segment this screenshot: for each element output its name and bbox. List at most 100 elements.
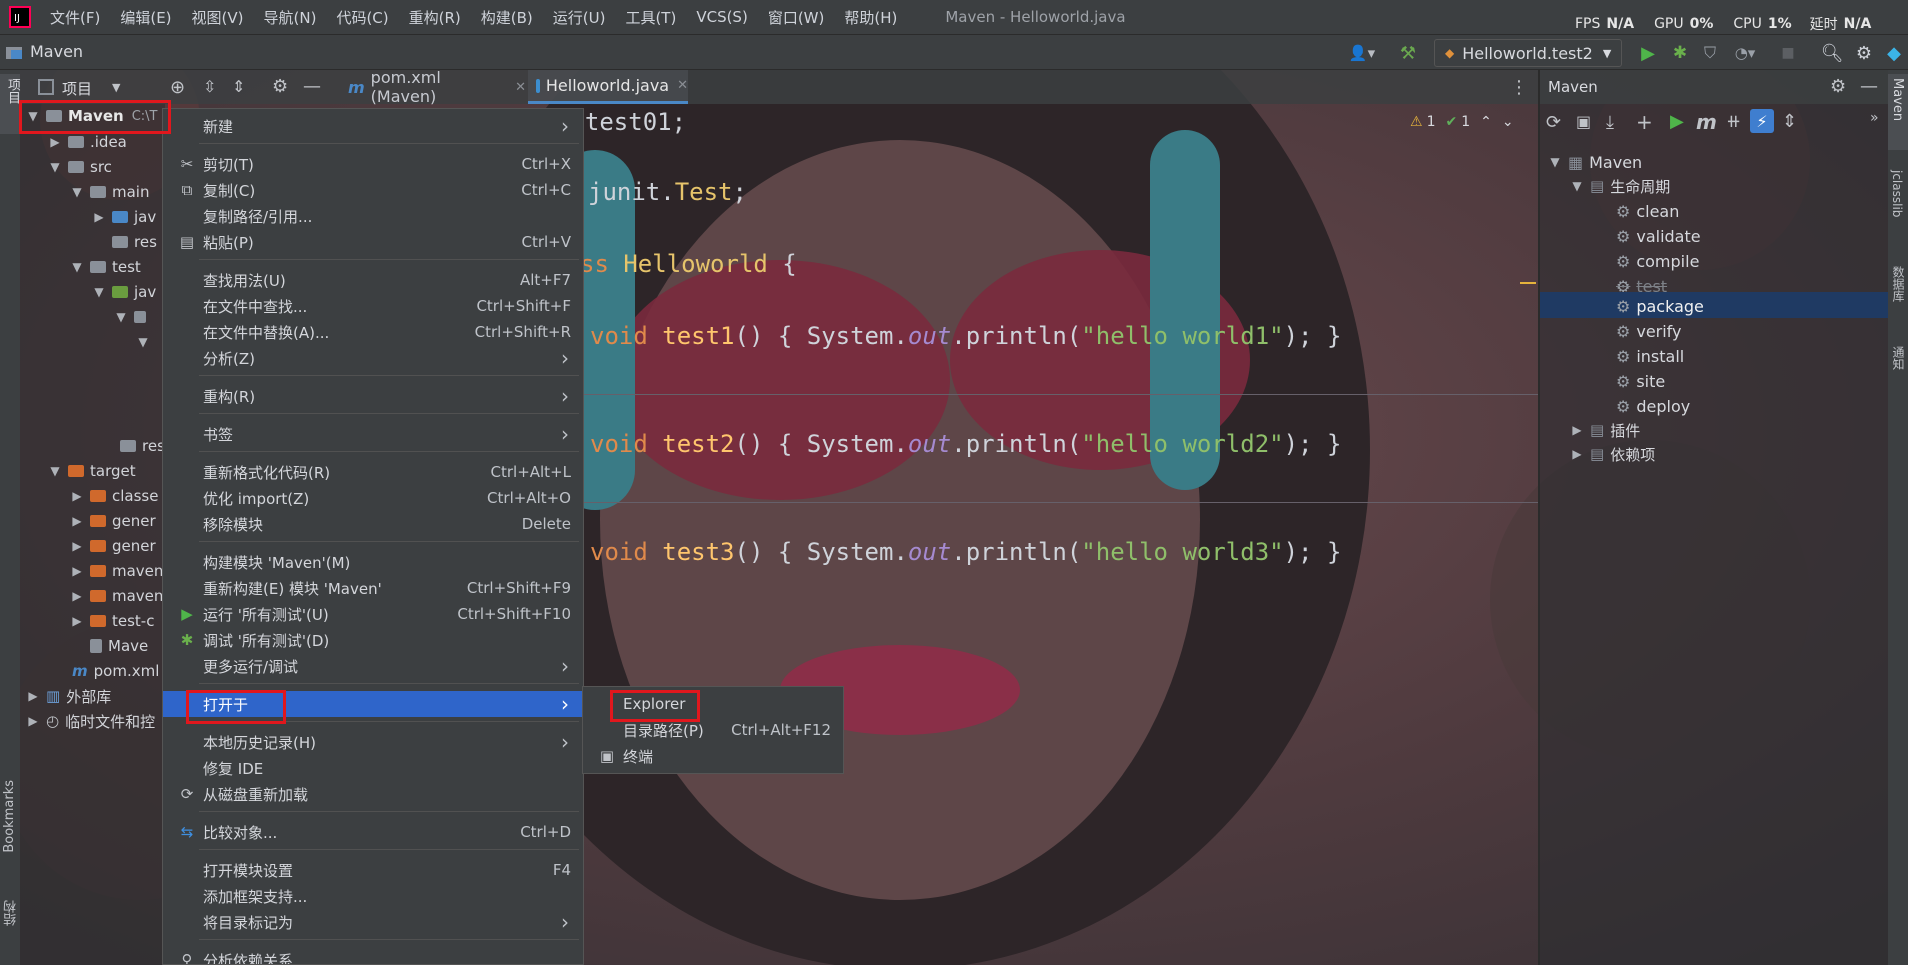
context-menu-item[interactable]: ✂ 剪切(T) Ctrl+X bbox=[163, 151, 583, 177]
menu-navigate[interactable]: 导航(N) bbox=[254, 7, 327, 28]
goal-package[interactable]: ⚙ package bbox=[1616, 294, 1704, 318]
jetbrains-toolbox-icon[interactable]: ◆ bbox=[1882, 41, 1906, 65]
run-config-selector[interactable]: ◆ Helloworld.test2 ▼ bbox=[1434, 39, 1622, 67]
goal-install[interactable]: ⚙ install bbox=[1616, 344, 1684, 368]
stop-icon[interactable]: ■ bbox=[1776, 41, 1800, 65]
add-icon[interactable]: + bbox=[1636, 110, 1653, 134]
goal-clean[interactable]: ⚙ clean bbox=[1616, 199, 1679, 223]
context-menu-item[interactable]: ⟳ 从磁盘重新加载 bbox=[163, 781, 583, 807]
goal-verify[interactable]: ⚙ verify bbox=[1616, 319, 1682, 343]
tree-item[interactable]: ▼ bbox=[114, 305, 152, 329]
breadcrumb-project[interactable]: Maven bbox=[30, 42, 83, 61]
chevron-down-icon[interactable]: ▼ bbox=[112, 81, 120, 94]
menu-tools[interactable]: 工具(T) bbox=[615, 7, 686, 28]
context-menu-item[interactable]: 打开模块设置 F4 bbox=[163, 857, 583, 883]
context-menu-item[interactable]: 修复 IDE bbox=[163, 755, 583, 781]
context-menu-item[interactable]: 重构(R) › bbox=[163, 383, 583, 409]
tree-item[interactable]: res bbox=[120, 434, 165, 458]
menu-window[interactable]: 窗口(W) bbox=[758, 7, 835, 28]
reload-icon[interactable]: ⟳ bbox=[1546, 112, 1561, 133]
context-menu-item[interactable]: ✱ 调试 '所有测试'(D) bbox=[163, 627, 583, 653]
context-menu-item[interactable]: 在文件中查找... Ctrl+Shift+F bbox=[163, 293, 583, 319]
maven-root[interactable]: ▼ ▦ Maven bbox=[1548, 150, 1642, 174]
jclasslib-tool-button[interactable]: jclasslib bbox=[1888, 170, 1908, 250]
collapse-all-icon[interactable]: ⇕ bbox=[1782, 111, 1797, 132]
tree-item[interactable]: res bbox=[112, 230, 157, 254]
expand-all-icon[interactable]: ⇳ bbox=[203, 77, 216, 96]
download-icon[interactable]: ⤓ bbox=[1606, 112, 1614, 133]
project-tool-button[interactable]: 项目 bbox=[0, 74, 20, 134]
tree-item[interactable]: ▶ maven bbox=[70, 584, 163, 608]
minimize-icon[interactable]: — bbox=[1860, 76, 1878, 97]
tree-item[interactable]: Mave bbox=[90, 634, 148, 658]
maven-dependencies[interactable]: ▶ ▤ 依赖项 bbox=[1570, 442, 1655, 466]
context-menu-item[interactable]: ▶ 运行 '所有测试'(U) Ctrl+Shift+F10 bbox=[163, 601, 583, 627]
tree-item[interactable]: ▼ test bbox=[70, 255, 140, 279]
menu-help[interactable]: 帮助(H) bbox=[834, 7, 907, 28]
tab-pom-xml[interactable]: m pom.xml (Maven) ✕ bbox=[340, 68, 526, 106]
context-menu-item[interactable]: 优化 import(Z) Ctrl+Alt+O bbox=[163, 485, 583, 511]
context-menu-item[interactable]: 构建模块 'Maven'(M) bbox=[163, 549, 583, 575]
tree-item[interactable]: ▶ gener bbox=[70, 509, 155, 533]
context-menu-item[interactable]: 书签 › bbox=[163, 421, 583, 447]
structure-tool-button[interactable]: 结构 bbox=[0, 900, 20, 960]
close-icon[interactable]: ✕ bbox=[677, 78, 688, 93]
context-menu-item[interactable]: 将目录标记为 › bbox=[163, 909, 583, 935]
context-menu-item[interactable]: 移除模块 Delete bbox=[163, 511, 583, 537]
tree-item[interactable]: ▶ test-c bbox=[70, 609, 154, 633]
context-menu-item[interactable]: 添加框架支持... bbox=[163, 883, 583, 909]
maven-goal-icon[interactable]: m bbox=[1696, 110, 1717, 134]
debug-icon[interactable]: ✱ bbox=[1668, 41, 1692, 65]
settings-gear-icon[interactable]: ⚙ bbox=[1830, 76, 1846, 97]
collapse-all-icon[interactable]: ⇕ bbox=[232, 77, 245, 96]
reimport-folder-icon[interactable]: ▣ bbox=[1576, 112, 1591, 131]
context-menu-item[interactable]: 重新格式化代码(R) Ctrl+Alt+L bbox=[163, 459, 583, 485]
toggle-offline-icon[interactable]: ⧺ bbox=[1726, 111, 1741, 132]
settings-gear-icon[interactable]: ⚙ bbox=[1852, 41, 1876, 65]
coverage-icon[interactable]: ⛉ bbox=[1698, 41, 1722, 65]
project-panel-title[interactable]: 项目 bbox=[62, 78, 92, 99]
context-menu-item[interactable]: 重新构建(E) 模块 'Maven' Ctrl+Shift+F9 bbox=[163, 575, 583, 601]
tree-item[interactable]: ▼ jav bbox=[92, 280, 156, 304]
tree-item[interactable]: ▼ main bbox=[70, 180, 149, 204]
tree-item[interactable]: ▶ ▥ 外部库 bbox=[26, 684, 111, 708]
goal-deploy[interactable]: ⚙ deploy bbox=[1616, 394, 1690, 418]
context-menu-item[interactable]: 分析(Z) › bbox=[163, 345, 583, 371]
tree-item[interactable]: m pom.xml bbox=[72, 659, 159, 683]
tree-item[interactable]: ▶ gener bbox=[70, 534, 155, 558]
menu-view[interactable]: 视图(V) bbox=[182, 7, 254, 28]
goal-compile[interactable]: ⚙ compile bbox=[1616, 249, 1699, 273]
context-menu-item[interactable]: 查找用法(U) Alt+F7 bbox=[163, 267, 583, 293]
skip-tests-icon[interactable]: ⚡ bbox=[1750, 109, 1774, 133]
tree-item[interactable]: ▼ bbox=[136, 330, 156, 354]
tree-item[interactable]: ▼ src bbox=[48, 155, 112, 179]
profile-icon[interactable]: ◔▾ bbox=[1728, 41, 1762, 65]
context-menu-item[interactable]: 新建 › bbox=[163, 113, 583, 139]
more-icon[interactable]: » bbox=[1870, 110, 1879, 126]
bookmarks-tool-button[interactable]: Bookmarks bbox=[0, 780, 20, 880]
context-menu-item[interactable]: 更多运行/调试 › bbox=[163, 653, 583, 679]
chevron-up-icon[interactable]: ⌃ bbox=[1480, 114, 1492, 130]
context-menu-item[interactable]: 在文件中替换(A)... Ctrl+Shift+R bbox=[163, 319, 583, 345]
tree-item[interactable]: ▶ ◴ 临时文件和控 bbox=[26, 709, 155, 733]
inspection-widget[interactable]: ⚠ 1 ✔ 1 ⌃ ⌄ bbox=[1410, 112, 1514, 132]
menu-file[interactable]: 文件(F) bbox=[40, 7, 110, 28]
maven-lifecycle[interactable]: ▼ ▤ 生命周期 bbox=[1570, 174, 1670, 198]
more-options-icon[interactable]: ⋮ bbox=[1510, 77, 1528, 98]
search-icon[interactable]: 🔍︎ bbox=[1820, 41, 1844, 65]
database-tool-button[interactable]: 数据库 bbox=[1888, 266, 1908, 326]
run-icon[interactable]: ▶ bbox=[1636, 41, 1660, 65]
menu-refactor[interactable]: 重构(R) bbox=[399, 7, 471, 28]
context-menu-item[interactable]: 复制路径/引用... bbox=[163, 203, 583, 229]
tree-item[interactable]: ▶ jav bbox=[92, 205, 156, 229]
chevron-down-icon[interactable]: ⌄ bbox=[1502, 114, 1514, 130]
build-hammer-icon[interactable]: ⚒ bbox=[1396, 41, 1420, 65]
menu-run[interactable]: 运行(U) bbox=[543, 7, 616, 28]
menu-edit[interactable]: 编辑(E) bbox=[110, 7, 181, 28]
notifications-tool-button[interactable]: 通知 bbox=[1888, 346, 1908, 406]
context-menu-item[interactable]: ▤ 粘贴(P) Ctrl+V bbox=[163, 229, 583, 255]
menu-vcs[interactable]: VCS(S) bbox=[686, 8, 757, 26]
tree-item[interactable]: ▶ maven bbox=[70, 559, 163, 583]
submenu-item[interactable]: ▣ 终端 bbox=[583, 743, 843, 769]
goal-site[interactable]: ⚙ site bbox=[1616, 369, 1665, 393]
